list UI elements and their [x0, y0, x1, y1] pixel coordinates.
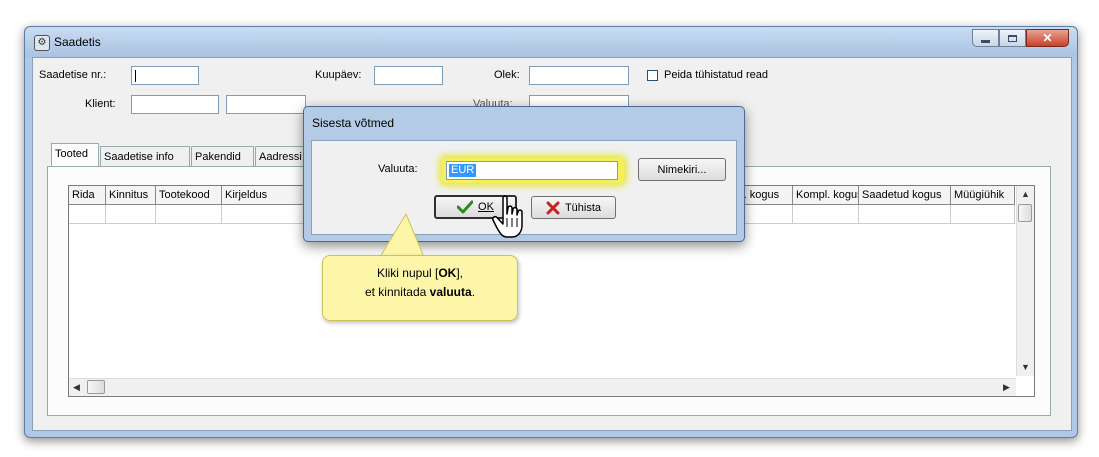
- maximize-button[interactable]: [999, 29, 1026, 47]
- scroll-up-arrow-icon[interactable]: ▲: [1021, 189, 1030, 199]
- nimekiri-button[interactable]: Nimekiri...: [638, 158, 726, 181]
- grid-cell[interactable]: [859, 205, 951, 224]
- callout-line-1: Kliki nupul [OK],: [323, 264, 517, 283]
- scroll-left-arrow-icon[interactable]: ◀: [73, 382, 80, 393]
- callout-bold-text: valuuta: [429, 285, 472, 299]
- valuuta-selected-text: EUR: [449, 164, 477, 177]
- callout-text: Kliki nupul [: [376, 266, 439, 280]
- callout-text: .: [471, 285, 476, 299]
- tab-pakendid[interactable]: Pakendid: [191, 146, 254, 167]
- tuhista-button[interactable]: Tühista: [531, 196, 616, 219]
- column-header-saadetud-kogus[interactable]: Saadetud kogus: [859, 186, 951, 205]
- x-icon: [546, 201, 560, 214]
- peida-tuhistatud-label: Peida tühistatud read: [664, 69, 768, 81]
- column-header-kinnitus[interactable]: Kinnitus: [106, 186, 156, 205]
- column-header-tootekood[interactable]: Tootekood: [156, 186, 222, 205]
- valuuta-highlight: EUR: [442, 158, 624, 183]
- saadetise-nr-input[interactable]: [131, 66, 199, 85]
- kuupaev-label: Kuupäev:: [315, 69, 362, 81]
- callout-text: ],: [456, 266, 464, 280]
- klient-code-input[interactable]: [131, 95, 219, 114]
- scroll-down-arrow-icon[interactable]: ▼: [1021, 362, 1030, 372]
- grid-cell[interactable]: [951, 205, 1015, 224]
- klient-name-input[interactable]: [226, 95, 306, 114]
- tuhista-button-label: Tühista: [564, 201, 602, 214]
- instruction-callout: Kliki nupul [OK], et kinnitada valuuta.: [322, 255, 518, 321]
- callout-bold-text: OK: [438, 266, 457, 280]
- klient-label: Klient:: [85, 98, 116, 110]
- horizontal-scrollbar[interactable]: ◀ ▶: [69, 378, 1016, 396]
- close-button[interactable]: ✕: [1026, 29, 1069, 47]
- olek-input[interactable]: [529, 66, 629, 85]
- grid-cell[interactable]: [156, 205, 222, 224]
- checkmark-icon: [457, 200, 474, 214]
- tab-saadetise-info[interactable]: Saadetise info: [100, 146, 190, 167]
- grid-cell[interactable]: [69, 205, 106, 224]
- minimize-icon: [981, 39, 990, 43]
- dialog-title: Sisesta võtmed: [312, 116, 395, 130]
- callout-line-2: et kinnitada valuuta.: [323, 283, 517, 302]
- tab-aadressi[interactable]: Aadressi: [255, 146, 307, 167]
- close-icon: ✕: [1042, 31, 1053, 45]
- dialog-valuuta-label: Valuuta:: [378, 163, 418, 175]
- column-header-rida[interactable]: Rida: [69, 186, 106, 205]
- valuuta-input[interactable]: EUR: [446, 161, 618, 180]
- horizontal-scroll-thumb[interactable]: [87, 380, 105, 394]
- vertical-scroll-thumb[interactable]: [1018, 204, 1032, 222]
- callout-text: et kinnitada: [364, 285, 430, 299]
- maximize-icon: [1008, 34, 1017, 42]
- grid-cell[interactable]: [106, 205, 156, 224]
- kuupaev-input[interactable]: [374, 66, 443, 85]
- column-header-kompl-kogus[interactable]: Kompl. kogus: [793, 186, 859, 205]
- saadetise-nr-label: Saadetise nr.:: [39, 69, 107, 81]
- scroll-right-arrow-icon[interactable]: ▶: [1003, 382, 1010, 393]
- tab-tooted[interactable]: Tooted: [51, 143, 99, 168]
- callout-pointer: [379, 214, 425, 258]
- olek-label: Olek:: [494, 69, 520, 81]
- title-bar[interactable]: ⚙ Saadetis ✕: [25, 27, 1077, 57]
- grid-cell[interactable]: [793, 205, 859, 224]
- window-title: Saadetis: [54, 35, 101, 49]
- gear-icon: ⚙: [34, 35, 50, 51]
- vertical-scrollbar[interactable]: ▲ ▼: [1016, 186, 1034, 376]
- window-controls: ✕: [972, 29, 1069, 47]
- text-caret: [135, 70, 136, 82]
- peida-tuhistatud-checkbox[interactable]: [647, 70, 658, 81]
- hand-pointer-icon: [492, 195, 523, 238]
- minimize-button[interactable]: [972, 29, 999, 47]
- nimekiri-button-label: Nimekiri...: [657, 163, 707, 176]
- column-header-muugiuhik[interactable]: Müügiühik: [951, 186, 1015, 205]
